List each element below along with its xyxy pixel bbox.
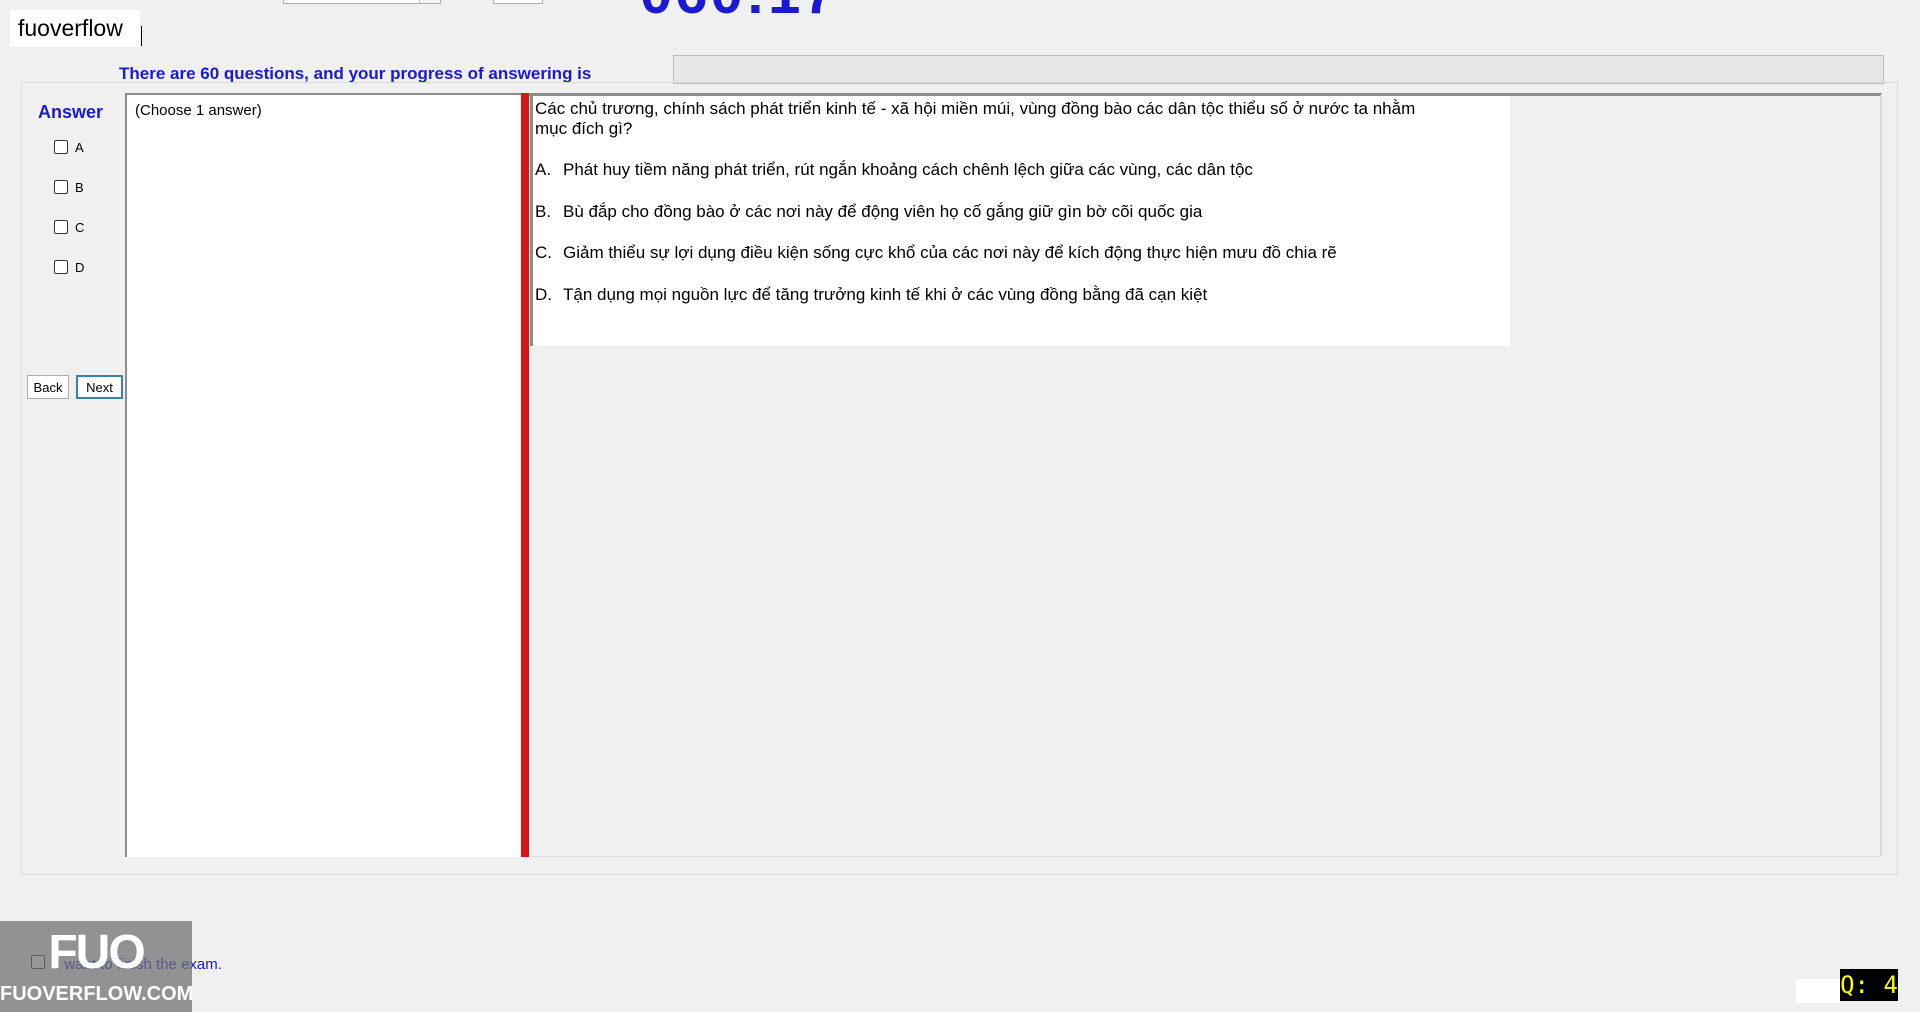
answer-option-label: C bbox=[75, 219, 85, 235]
choice-b: B. Bù đắp cho đồng bào ở các nơi này để đ… bbox=[535, 202, 1202, 222]
choice-c: C. Giảm thiểu sự lợi dụng điều kiện sống … bbox=[535, 243, 1337, 263]
chevron-down-icon bbox=[419, 0, 440, 3]
answer-option-label: D bbox=[75, 259, 85, 275]
choose-hint: (Choose 1 answer) bbox=[135, 102, 262, 119]
choice-a: A. Phát huy tiềm năng phát triển, rút ngắ… bbox=[535, 160, 1253, 180]
answer-option-d[interactable]: D bbox=[54, 257, 84, 277]
choice-text: Tận dụng mọi nguồn lực để tăng trưởng ki… bbox=[563, 285, 1208, 304]
text-cursor bbox=[141, 26, 142, 46]
choice-letter: B. bbox=[535, 202, 552, 221]
exam-code-dropdown[interactable] bbox=[283, 0, 441, 4]
next-button[interactable]: Next bbox=[76, 375, 123, 399]
answer-option-a[interactable]: A bbox=[54, 137, 84, 157]
answer-notes-panel[interactable] bbox=[125, 93, 522, 857]
choice-letter: D. bbox=[535, 285, 552, 304]
logo-mark: FUO bbox=[48, 926, 145, 979]
answer-option-label: B bbox=[75, 179, 84, 195]
font-size-box[interactable] bbox=[493, 0, 543, 4]
progress-text: There are 60 questions, and your progres… bbox=[119, 64, 592, 83]
choice-text: Giảm thiểu sự lợi dụng điều kiện sống cự… bbox=[563, 243, 1337, 262]
fuoverflow-logo: FUO FUOVERFLOW.COM bbox=[0, 921, 194, 1012]
back-button[interactable]: Back bbox=[27, 375, 69, 399]
answer-heading: Answer bbox=[38, 102, 104, 122]
choice-letter: C. bbox=[535, 243, 552, 262]
logo-subtitle: FUOVERFLOW.COM bbox=[0, 983, 194, 1005]
checkbox-icon[interactable] bbox=[54, 180, 68, 194]
brand-label: fuoverflow bbox=[10, 10, 140, 47]
choice-text: Bù đắp cho đồng bào ở các nơi này để độn… bbox=[563, 202, 1203, 221]
progress-bar bbox=[673, 55, 1884, 84]
panel-splitter[interactable] bbox=[521, 93, 529, 857]
choice-d: D. Tận dụng mọi nguồn lực để tăng trưởng … bbox=[535, 285, 1207, 305]
answer-option-label: A bbox=[75, 139, 84, 155]
choice-text: Phát huy tiềm năng phát triển, rút ngắn … bbox=[563, 160, 1253, 179]
question-counter: Q: 4 bbox=[1840, 969, 1898, 1001]
checkbox-icon[interactable] bbox=[54, 140, 68, 154]
checkbox-icon[interactable] bbox=[54, 220, 68, 234]
question-counter-backdrop bbox=[1796, 979, 1840, 1003]
countdown-timer: 060:17 bbox=[640, 0, 839, 27]
answer-option-b[interactable]: B bbox=[54, 177, 84, 197]
choice-letter: A. bbox=[535, 160, 552, 179]
question-text: Các chủ trương, chính sách phát triển ki… bbox=[535, 99, 1416, 138]
checkbox-icon[interactable] bbox=[54, 260, 68, 274]
answer-option-c[interactable]: C bbox=[54, 217, 84, 237]
